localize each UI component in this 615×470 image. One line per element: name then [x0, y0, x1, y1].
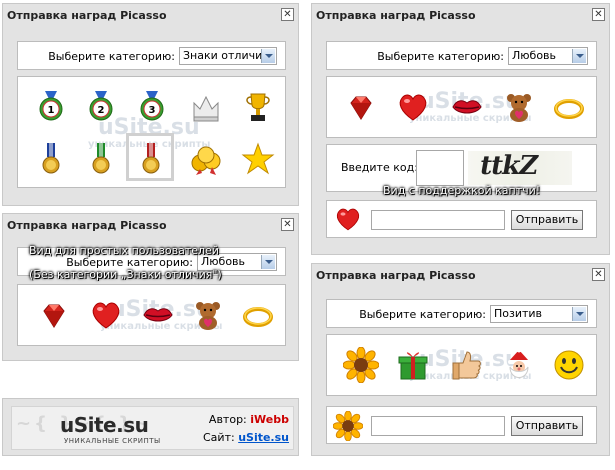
medal-2-icon[interactable]: 2 — [83, 89, 119, 125]
panel-title: Отправка наград Picasso — [7, 9, 167, 22]
lips-icon[interactable] — [140, 297, 176, 333]
close-button[interactable]: ✕ — [281, 218, 294, 231]
send-button[interactable]: Отправить — [511, 210, 583, 230]
captcha-input[interactable] — [416, 150, 464, 186]
sunflower-icon[interactable] — [343, 347, 379, 383]
green-medal-icon[interactable] — [83, 141, 119, 177]
panel-title: Отправка наград Picasso — [316, 269, 476, 282]
send-bar: Отправить — [326, 406, 597, 444]
author-row: Автор: iWebb — [209, 413, 289, 426]
awards-grid: uSite.su уникальные скрипты — [326, 76, 597, 138]
site-label: Сайт: — [203, 431, 235, 444]
category-label: Выберите категорию: — [66, 255, 193, 269]
thumbs-up-icon[interactable] — [449, 347, 485, 383]
category-label: Выберите категорию: — [359, 307, 486, 321]
star-icon[interactable] — [240, 141, 276, 177]
gift-icon[interactable] — [395, 347, 431, 383]
heart-icon[interactable] — [395, 89, 431, 125]
author-name: iWebb — [250, 413, 289, 426]
category-select[interactable]: Любовь — [508, 47, 588, 65]
category-select[interactable]: Знаки отличия — [179, 47, 277, 65]
message-input[interactable] — [371, 210, 505, 230]
category-bar: Выберите категорию: Любовь — [326, 41, 597, 70]
award-panel-simple: Отправка наград Picasso ✕ Выберите катег… — [2, 213, 299, 361]
site-row: Сайт: uSite.su — [203, 431, 289, 444]
category-row: Выберите категорию: Позитив — [359, 305, 588, 323]
awards-grid: uSite.su уникальные скрипты — [17, 284, 286, 346]
heart-icon — [336, 208, 360, 231]
category-selected: Любовь — [512, 49, 557, 62]
category-selected: Знаки отличия — [183, 49, 269, 62]
svg-text:2: 2 — [98, 105, 105, 116]
captcha-image: ttkZ — [468, 151, 572, 185]
award-panel-captcha: Отправка наград Picasso ✕ Выберите катег… — [311, 3, 610, 255]
bronze-medal-icon[interactable] — [33, 141, 69, 177]
svg-text:3: 3 — [149, 105, 156, 116]
santa-icon[interactable] — [501, 347, 537, 383]
author-label: Автор: — [208, 413, 247, 426]
awards-grid: uSite.su уникальные скрипты — [326, 334, 597, 396]
medal-1-icon[interactable]: 1 — [33, 89, 69, 125]
chevron-down-icon[interactable] — [261, 255, 275, 269]
annotation-captcha: Вид с поддержкой каптчи! — [383, 184, 541, 197]
close-button[interactable]: ✕ — [592, 8, 605, 21]
category-label: Выберите категорию: — [48, 49, 175, 63]
teddy-bear-icon[interactable] — [501, 89, 537, 125]
category-row: Выберите категорию: Знаки отличия — [48, 47, 277, 65]
ruby-icon[interactable] — [36, 297, 72, 333]
award-panel-badges: Отправка наград Picasso ✕ Выберите катег… — [2, 3, 299, 206]
teddy-bear-icon[interactable] — [190, 297, 226, 333]
red-medal-icon[interactable] — [133, 141, 169, 177]
footer-inner: ~{ }~{ }~ uSite.su УНИКАЛЬНЫЕ СКРИПТЫ Ав… — [11, 406, 294, 450]
captcha-text: ttkZ — [477, 151, 540, 181]
ruby-icon[interactable] — [343, 89, 379, 125]
crown-icon[interactable] — [188, 89, 224, 125]
medal-3-icon[interactable]: 3 — [134, 89, 170, 125]
category-bar: Выберите категорию: Знаки отличия — [17, 41, 286, 70]
category-bar: Выберите категорию: Позитив — [326, 299, 597, 328]
send-bar: Отправить — [326, 200, 597, 238]
chevron-down-icon[interactable] — [572, 49, 586, 63]
close-button[interactable]: ✕ — [281, 8, 294, 21]
footer-panel: ~{ }~{ }~ uSite.su УНИКАЛЬНЫЕ СКРИПТЫ Ав… — [2, 398, 299, 456]
chevron-down-icon[interactable] — [572, 307, 586, 321]
category-select[interactable]: Позитив — [490, 305, 588, 323]
close-button[interactable]: ✕ — [592, 268, 605, 281]
ring-icon[interactable] — [240, 297, 276, 333]
message-input[interactable] — [371, 416, 505, 436]
svg-text:1: 1 — [48, 105, 55, 116]
ring-icon[interactable] — [551, 89, 587, 125]
send-button[interactable]: Отправить — [511, 416, 583, 436]
footer-logo-sub: УНИКАЛЬНЫЕ СКРИПТЫ — [64, 437, 161, 445]
smiley-icon[interactable] — [551, 347, 587, 383]
coins-icon[interactable] — [188, 141, 224, 177]
awards-grid: uSite.su уникальные скрипты 1 2 3 — [17, 76, 286, 188]
annotation-no-badges: (Без категории „Знаки отличия") — [29, 268, 222, 281]
site-link[interactable]: uSite.su — [238, 431, 289, 444]
trophy-icon[interactable] — [240, 89, 276, 125]
panel-title: Отправка наград Picasso — [7, 219, 167, 232]
category-row: Выберите категорию: Любовь — [377, 47, 588, 65]
sunflower-icon — [333, 411, 363, 441]
footer-logo: uSite.su — [60, 413, 149, 437]
panel-title: Отправка наград Picasso — [316, 9, 476, 22]
captcha-label: Введите код: — [341, 161, 418, 174]
heart-icon[interactable] — [88, 297, 124, 333]
chevron-down-icon[interactable] — [261, 49, 275, 63]
annotation-simple-users: Вид для простых пользователей — [29, 244, 219, 257]
category-selected: Позитив — [494, 307, 543, 320]
category-label: Выберите категорию: — [377, 49, 504, 63]
award-panel-positive: Отправка наград Picasso ✕ Выберите катег… — [311, 263, 610, 456]
lips-icon[interactable] — [449, 89, 485, 125]
